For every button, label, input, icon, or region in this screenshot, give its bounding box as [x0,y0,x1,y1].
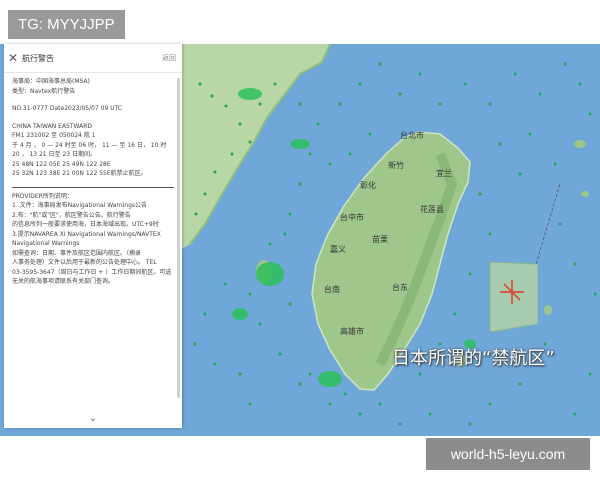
provider-line: Navigational Warnings [12,240,80,247]
panel-scrollbar[interactable] [177,78,180,398]
warning-line: 20 ， 13 21 日至 23 日期间。 [12,151,96,158]
map-label-changhua: 彰化 [360,181,376,190]
green-island [544,305,552,315]
warning-line: 类型：Navtex航行警告 [12,87,76,95]
watermark-label: world-h5-leyu.com [426,438,590,470]
map-label-hsinchu: 新竹 [388,161,404,170]
provider-line: 的信息所列一般要求使用海，日本海域出现。UTC+9时 [12,221,159,228]
provider-line: 03-3595-3647（周日与工作日 + ）工作日期间航区。可选 [12,268,172,276]
provider-line: 2.布："航"或"区"，航区警告公告。航行警告 [12,211,131,219]
no-sail-zone-label: 日本所谓的“禁航区” [392,348,555,369]
ryukyu-island-1 [574,140,586,148]
warning-line: FM1 231002 至 050024 航 1 [12,132,96,139]
warning-line: 于 4 月 ， 0 — 24 时至 06 时， 11 — 至 16 日， 10 … [12,141,167,149]
provider-line: 1. 文件：海事局发布Navigational Warnings公告 [12,202,148,209]
map-label-chiayi: 嘉义 [330,245,346,254]
map-label-taitung: 台东 [392,283,408,292]
tg-tag: TG: MYYJJPP [8,10,125,39]
map-label-hualien: 花莲县 [420,205,444,214]
navigation-warning-panel: ✕ 航行警告 返回 海事局：中国海事总局(MSA) 类型：Navtex航行警告 … [4,44,182,428]
map-label-taichung: 台中市 [340,213,364,222]
map-label-yilan: 宜兰 [436,169,452,178]
panel-title: 航行警告 [22,53,54,63]
warning-line: 海事局：中国海事总局(MSA) [12,78,90,85]
close-icon[interactable]: ✕ [4,51,22,65]
panel-divider [12,186,174,188]
panel-header: ✕ 航行警告 返回 [4,44,182,73]
map-label-miaoli: 苗栗 [372,235,388,244]
section-title: PROVIDER所列说明： [12,192,73,200]
no-sail-zone-polygon [489,261,539,333]
chevron-down-icon[interactable]: ⌄ [4,413,182,424]
warning-line: NO.31-0777 Date2023/05/07 09 UTC [12,105,123,112]
provider-line: 3.提示NAVAREA XI Navigational Warnings/NAV… [12,230,161,238]
provider-line: 如需查询：日期、事件及航区范围内航区。（摘录 [12,249,142,257]
panel-header-action[interactable]: 返回 [162,53,182,63]
provider-line: 无关的航海事项请联系有关部门查询。 [12,278,115,285]
ryukyu-island-2 [581,191,589,197]
warning-line: 25 32N 123 38E 21 00N 122 55E航禁止航区。 [12,170,147,177]
map-label-tainan: 台南 [324,285,340,294]
no-sail-zone-lead-line [535,183,561,265]
panel-body: 海事局：中国海事总局(MSA) 类型：Navtex航行警告 NO.31-0777… [4,73,182,291]
map-label-taipei: 台北市 [400,131,424,140]
warning-line: CHINA TAIWAN EASTWARD [12,122,93,130]
provider-line: 人事务处理）文件以后用于最新的公告处理中心。 TEL [12,259,157,266]
warning-line: 25 48N 122 05E 25 49N 122 28E [12,160,111,168]
map-label-kaohsiung: 高雄市 [340,327,364,336]
